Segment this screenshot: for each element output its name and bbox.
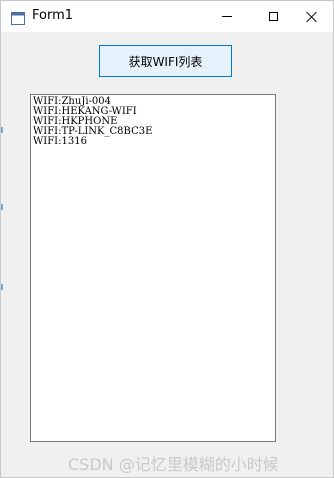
minimize-button[interactable] [204,1,250,32]
close-button[interactable] [289,1,334,32]
watermark: CSDN @记忆里模糊的小时候 [68,455,279,474]
title-bar[interactable]: Form1 [1,1,333,32]
close-icon [306,11,318,23]
minimize-icon [222,16,232,17]
maximize-icon [268,12,278,21]
form-icon [11,10,25,25]
get-wifi-list-button[interactable]: 获取WIFI列表 [99,45,232,77]
wifi-list-item: WIFI:1316 [33,136,87,147]
app-window: Form1 获取WIFI列表 WIFI:ZhuJi-004 WIFI:HEKAN… [0,0,334,478]
window-title: Form1 [32,8,74,23]
wifi-list-textbox[interactable]: WIFI:ZhuJi-004 WIFI:HEKANG-WIFI WIFI:HKP… [30,94,276,442]
